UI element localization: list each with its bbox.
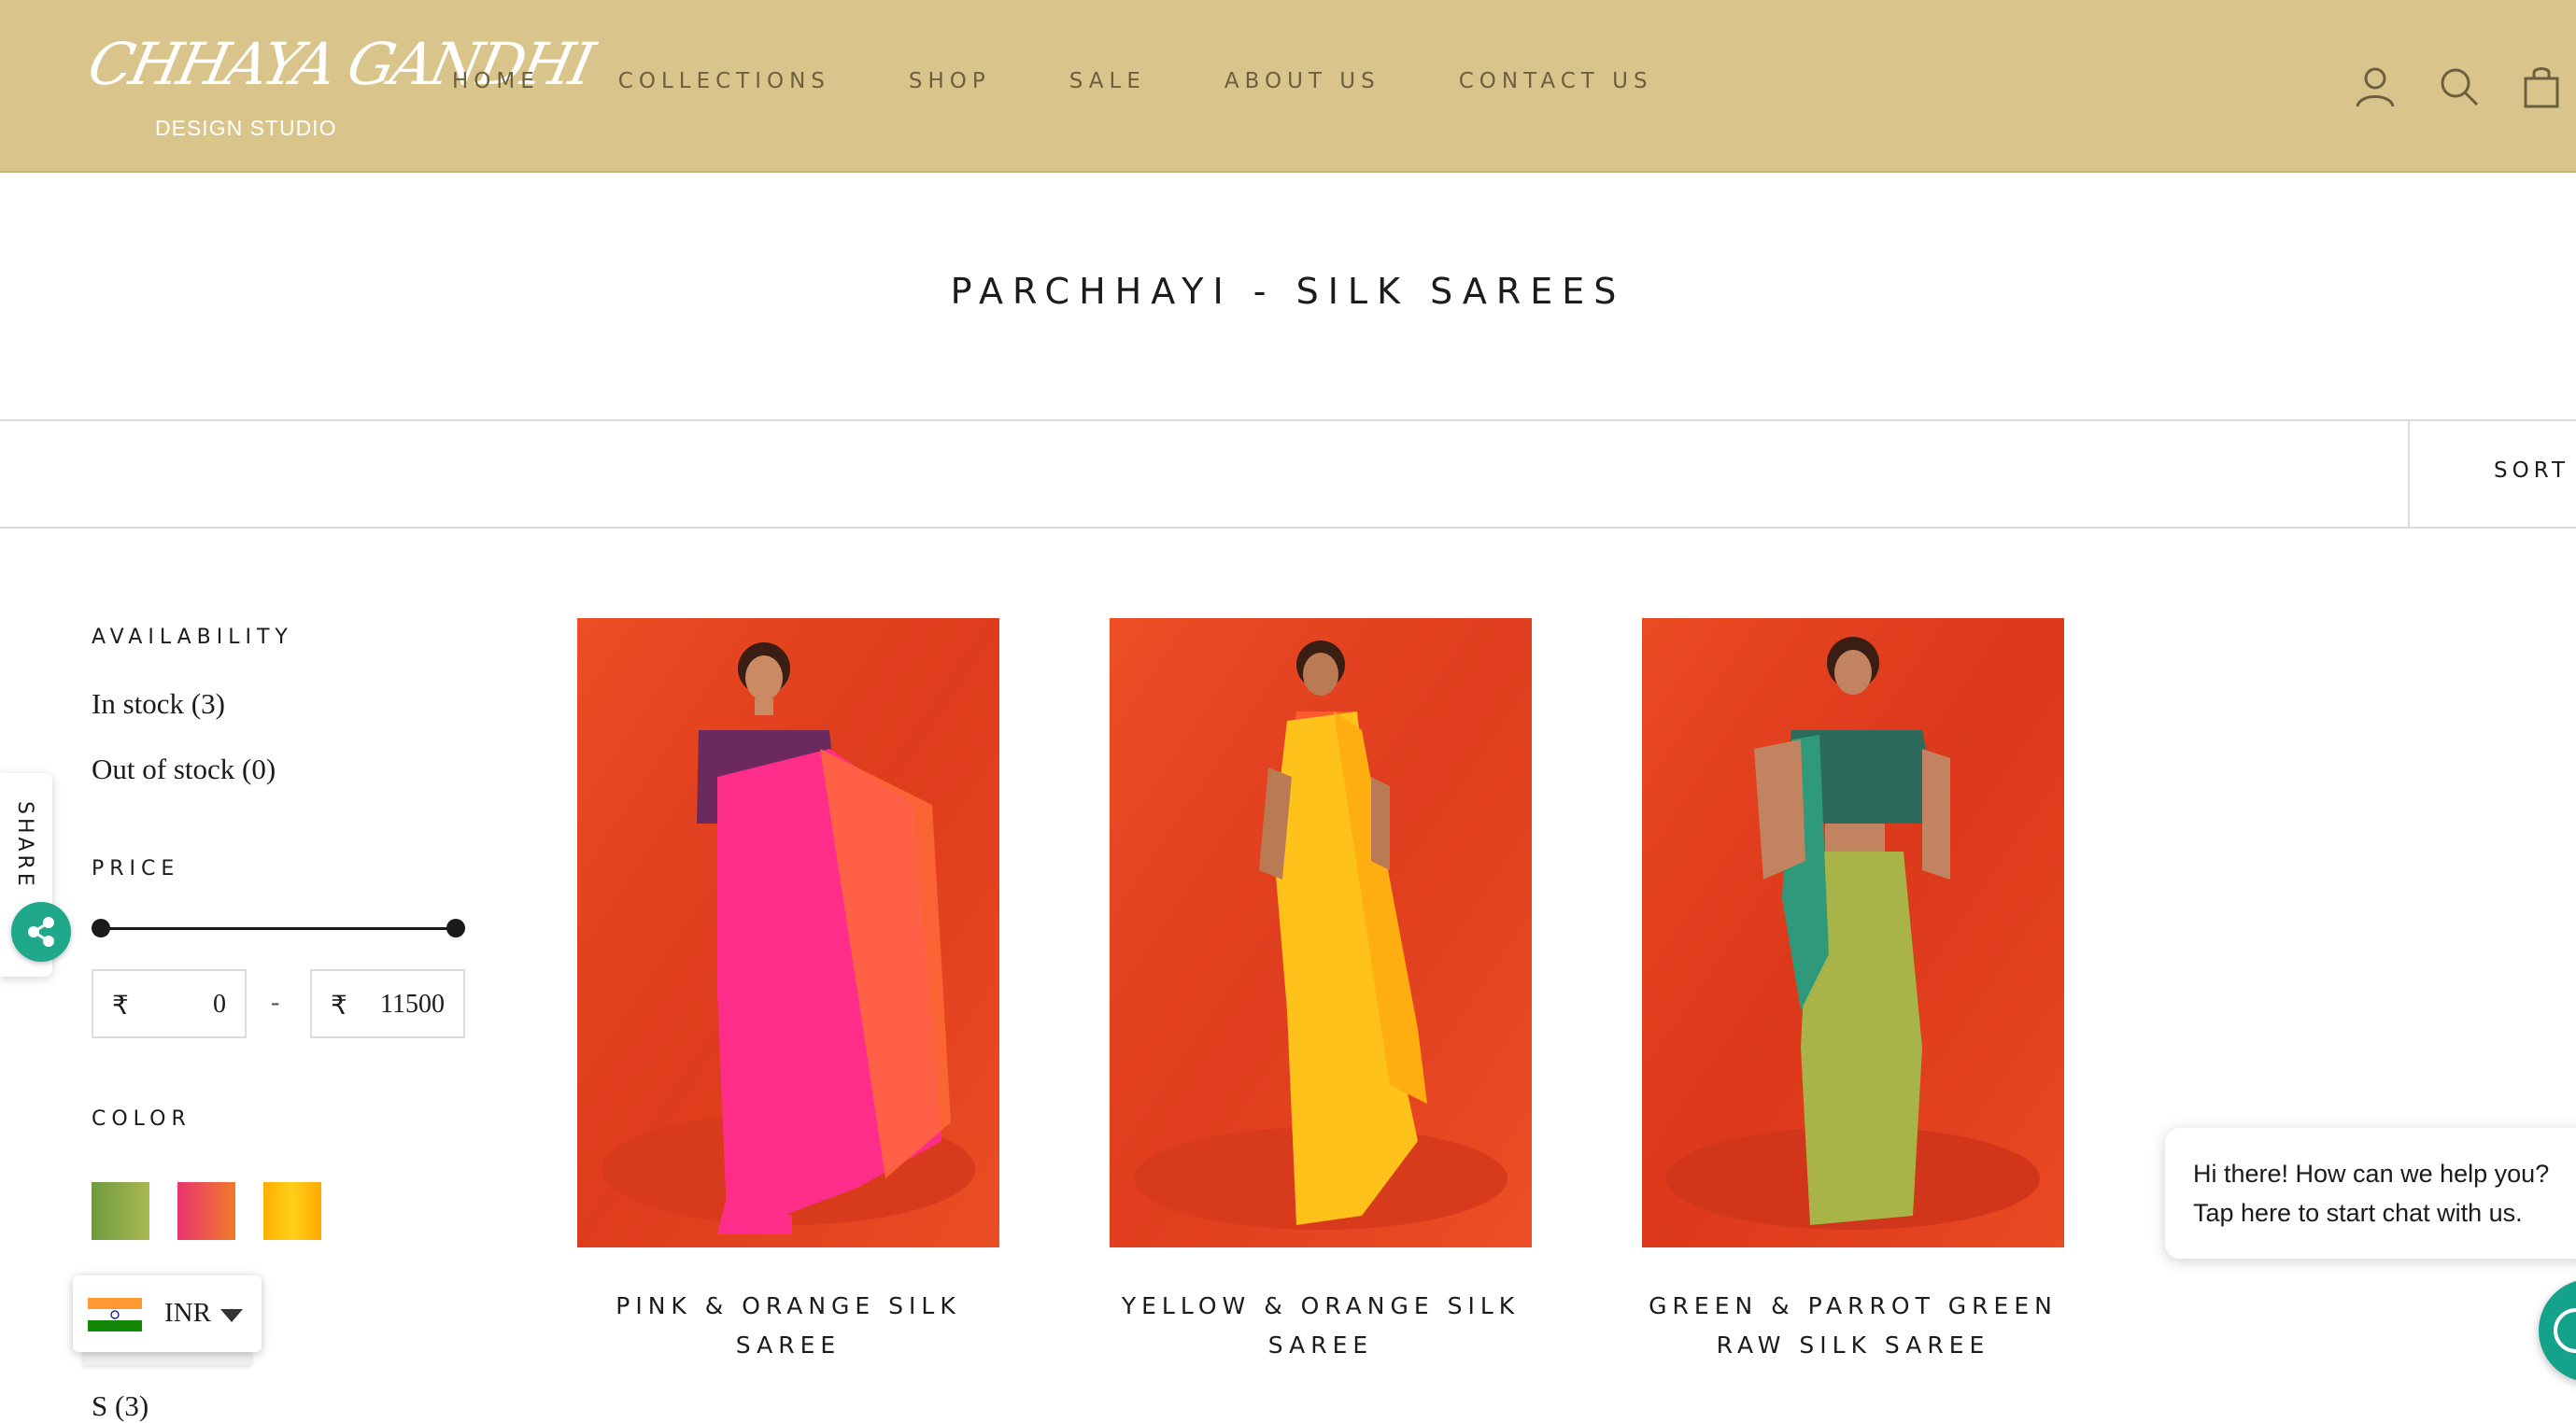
nav-item-contact-us[interactable]: CONTACT US [1459,69,1653,93]
cart-icon[interactable] [2518,63,2565,110]
share-button[interactable] [11,902,71,962]
account-icon[interactable] [2352,63,2399,110]
product-title[interactable]: YELLOW & ORANGE SILK SAREE [1091,1287,1550,1365]
share-label: SHARE [13,801,36,890]
india-flag-icon [88,1298,142,1331]
product-photo [577,618,999,1247]
share-icon [28,917,54,947]
availability-in-stock[interactable]: In stock (3) [92,687,225,721]
price-max-field[interactable]: ₹ 11500 [310,969,465,1038]
availability-heading[interactable]: AVAILABILITY [92,626,293,649]
color-swatch-yellow[interactable] [263,1182,321,1240]
rupee-symbol: ₹ [331,992,347,1021]
nav-item-home[interactable]: HOME [452,69,540,93]
nav-item-collections[interactable]: COLLECTIONS [618,69,830,93]
price-slider-min-handle[interactable] [92,919,110,937]
nav-item-sale[interactable]: SALE [1069,69,1146,93]
currency-shadow [82,1352,252,1365]
product-title[interactable]: PINK & ORANGE SILK SAREE [559,1287,1018,1365]
product-image[interactable] [1110,618,1532,1247]
chat-launcher-button[interactable] [2539,1279,2576,1382]
color-swatch-green[interactable] [92,1182,149,1240]
price-separator: - [271,988,280,1017]
product-title[interactable]: GREEN & PARROT GREEN RAW SILK SAREE [1623,1287,2083,1365]
site-header: CHHAYA GANDHI DESIGN STUDIO HOME COLLECT… [0,0,2576,173]
product-photo [1642,618,2064,1247]
price-min-value: 0 [213,990,226,1019]
chat-icon [2554,1308,2576,1353]
sort-button[interactable]: SORT [2408,421,2576,527]
currency-code: INR [164,1298,211,1328]
chat-greeting-bubble[interactable]: Hi there! How can we help you? Tap here … [2165,1128,2576,1259]
nav-item-shop[interactable]: SHOP [909,69,991,93]
rupee-symbol: ₹ [112,992,129,1021]
price-min-field[interactable]: ₹ 0 [92,969,247,1038]
main-nav: HOME COLLECTIONS SHOP SALE ABOUT US CONT… [452,69,1732,93]
color-swatch-pink[interactable] [177,1182,235,1240]
nav-item-about-us[interactable]: ABOUT US [1224,69,1380,93]
chat-greeting-line-2: Tap here to start chat with us. [2193,1199,2523,1227]
size-option-s[interactable]: S (3) [92,1389,149,1423]
product-photo [1110,618,1532,1247]
brand-logo[interactable]: CHHAYA GANDHI DESIGN STUDIO [82,26,598,148]
price-heading[interactable]: PRICE [92,857,179,881]
price-slider-max-handle[interactable] [446,919,465,937]
header-icons [2352,63,2576,116]
page-title: PARCHHAYI - SILK SAREES [950,271,1626,312]
price-slider-track[interactable] [101,927,456,930]
brand-subtitle: DESIGN STUDIO [155,116,337,140]
search-icon[interactable] [2436,63,2483,110]
currency-selector[interactable]: INR [73,1275,262,1352]
product-image[interactable] [577,618,999,1247]
chat-greeting-line-1: Hi there! How can we help you? [2193,1160,2550,1188]
sort-label: SORT [2494,458,2570,483]
availability-out-of-stock[interactable]: Out of stock (0) [92,753,276,786]
chevron-down-icon [220,1309,243,1322]
price-max-value: 11500 [380,990,445,1019]
product-image[interactable] [1642,618,2064,1247]
color-heading[interactable]: COLOR [92,1107,191,1131]
collection-toolbar: SORT [0,419,2576,528]
